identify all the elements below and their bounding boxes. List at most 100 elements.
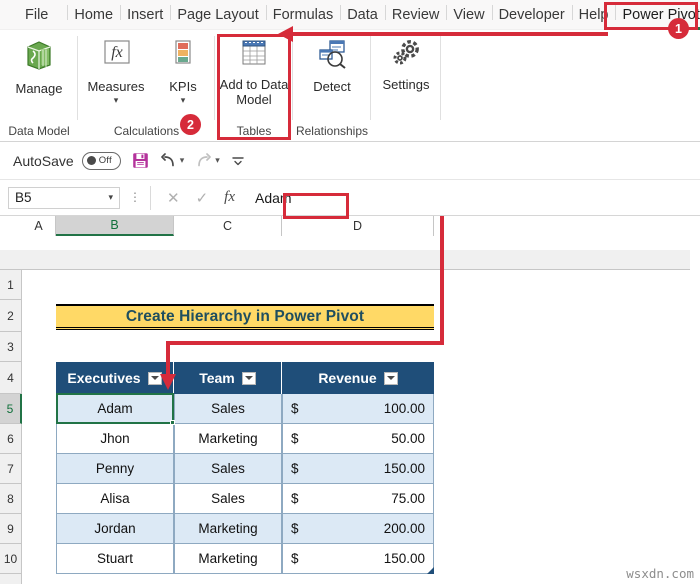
chevron-down-icon[interactable]: ▾ xyxy=(108,192,113,203)
chevron-down-icon[interactable]: ▾ xyxy=(114,95,119,105)
row-header-3[interactable]: 3 xyxy=(0,332,22,362)
row-header-2[interactable]: 2 xyxy=(0,300,22,332)
measures-button[interactable]: fx Measures ▾ xyxy=(78,30,154,105)
table-row[interactable]: Marketing xyxy=(174,424,282,454)
table-header-team[interactable]: Team xyxy=(174,362,282,394)
enter-check-icon[interactable]: ✓ xyxy=(196,189,209,207)
table-row[interactable]: Sales xyxy=(174,394,282,424)
watermark: wsxdn.com xyxy=(626,566,694,581)
ribbon-tab-view[interactable]: View xyxy=(446,2,491,28)
row-header-4[interactable]: 4 xyxy=(0,362,22,394)
ribbon-tab-file[interactable]: File xyxy=(18,2,55,28)
group-label-tables: Tables xyxy=(236,124,272,138)
table-row[interactable]: $50.00 xyxy=(282,424,434,454)
row-header-10[interactable]: 10 xyxy=(0,544,22,574)
table-row[interactable]: $75.00 xyxy=(282,484,434,514)
table-row[interactable]: Marketing xyxy=(174,514,282,544)
table-row[interactable]: Sales xyxy=(174,454,282,484)
column-label: C xyxy=(222,219,233,233)
cell-executive: Alisa xyxy=(100,491,130,506)
autosave-label: AutoSave xyxy=(13,152,74,169)
row-header-1[interactable]: 1 xyxy=(0,270,22,300)
row-label: 6 xyxy=(7,431,14,446)
ribbon-group-data-model: Manage Data Model xyxy=(0,30,78,142)
table-row[interactable]: $150.00 xyxy=(282,544,434,574)
cell-currency: $ xyxy=(291,521,299,536)
cell-executive: Adam xyxy=(97,401,133,416)
ribbon-tab-help[interactable]: Help xyxy=(571,2,616,28)
gear-icon xyxy=(390,38,422,73)
cell-team: Marketing xyxy=(198,431,258,446)
customize-qat-icon[interactable] xyxy=(231,155,245,167)
name-box[interactable]: B5 ▾ xyxy=(8,186,120,209)
table-row[interactable]: $150.00 xyxy=(282,454,434,484)
cell-team: Marketing xyxy=(198,551,258,566)
column-header-c[interactable]: C xyxy=(174,216,282,236)
chevron-down-icon[interactable]: ▾ xyxy=(180,155,185,166)
autosave-state: Off xyxy=(98,155,112,166)
measures-label: Measures xyxy=(87,79,145,94)
table-row[interactable]: Jhon xyxy=(56,424,174,454)
tab-label: Power Pivot xyxy=(622,6,700,23)
column-header-b[interactable]: B xyxy=(56,216,174,236)
ribbon-tab-data[interactable]: Data xyxy=(340,2,385,28)
table-header-revenue[interactable]: Revenue xyxy=(282,362,434,394)
row-header-11[interactable] xyxy=(0,574,22,584)
row-header-5[interactable]: 5 xyxy=(0,394,22,424)
row-header-8[interactable]: 8 xyxy=(0,484,22,514)
toggle-knob xyxy=(86,156,96,165)
table-row[interactable]: Alisa xyxy=(56,484,174,514)
cell-revenue: 150.00 xyxy=(383,461,425,476)
save-disk-icon[interactable] xyxy=(132,152,149,169)
table-header-executives[interactable]: Executives xyxy=(56,362,174,394)
row-header-7[interactable]: 7 xyxy=(0,454,22,484)
ribbon-tab-formulas[interactable]: Formulas xyxy=(265,2,340,28)
autosave-toggle[interactable]: Off xyxy=(81,151,121,170)
manage-button[interactable]: Manage xyxy=(0,30,78,96)
table-row[interactable]: $100.00 xyxy=(282,394,434,424)
ribbon-group-settings: Settings xyxy=(371,30,441,142)
annotation-badge-1: 1 xyxy=(668,18,689,39)
table-row[interactable]: Adam xyxy=(56,394,174,424)
table-row[interactable]: Penny xyxy=(56,454,174,484)
column-header-a[interactable]: A xyxy=(22,216,56,236)
table-row[interactable]: Stuart xyxy=(56,544,174,574)
cancel-x-icon[interactable]: ✕ xyxy=(167,189,180,207)
column-header-e[interactable] xyxy=(434,216,690,236)
ribbon-tab-review[interactable]: Review xyxy=(384,2,447,28)
formula-input[interactable]: Adam xyxy=(249,187,700,209)
chevron-down-icon[interactable]: ▾ xyxy=(215,155,220,166)
ribbon-tab-page-layout[interactable]: Page Layout xyxy=(170,2,265,28)
row-header-6[interactable]: 6 xyxy=(0,424,22,454)
worksheet-grid: A B C D 1 2 3 4 5 6 7 8 9 10 Create Hier… xyxy=(0,216,700,584)
table-row[interactable]: Sales xyxy=(174,484,282,514)
column-label: A xyxy=(34,219,43,233)
row-label: 1 xyxy=(7,277,14,292)
tab-label: Data xyxy=(347,6,378,23)
cell-currency: $ xyxy=(291,401,299,416)
detect-button[interactable]: Detect xyxy=(293,30,371,94)
redo-arrow-icon[interactable]: ▾ xyxy=(195,152,220,169)
kpis-button[interactable]: KPIs ▾ xyxy=(154,30,212,105)
table-row[interactable]: $200.00 xyxy=(282,514,434,544)
tab-label: View xyxy=(453,6,485,23)
table-row[interactable]: Marketing xyxy=(174,544,282,574)
insert-function-icon[interactable]: fx xyxy=(224,189,235,206)
cell-team: Sales xyxy=(211,401,245,416)
ribbon-tab-insert[interactable]: Insert xyxy=(120,2,170,28)
undo-arrow-icon[interactable]: ▾ xyxy=(160,152,185,169)
settings-button[interactable]: Settings xyxy=(371,30,441,92)
filter-dropdown-icon[interactable] xyxy=(241,371,256,385)
filter-dropdown-icon[interactable] xyxy=(383,371,398,385)
cell-team: Marketing xyxy=(198,521,258,536)
tab-label: Review xyxy=(391,6,440,23)
quick-access-toolbar: AutoSave Off ▾ ▾ xyxy=(0,142,700,180)
table-row[interactable]: Jordan xyxy=(56,514,174,544)
formula-bar-grip[interactable]: ⋮ xyxy=(129,191,141,203)
ribbon-tab-home[interactable]: Home xyxy=(67,2,120,28)
row-header-9[interactable]: 9 xyxy=(0,514,22,544)
ribbon-tab-developer[interactable]: Developer xyxy=(491,2,572,28)
column-header-d[interactable]: D xyxy=(282,216,434,236)
chevron-down-icon[interactable]: ▾ xyxy=(181,95,186,105)
vertical-scrollbar[interactable] xyxy=(690,216,700,584)
